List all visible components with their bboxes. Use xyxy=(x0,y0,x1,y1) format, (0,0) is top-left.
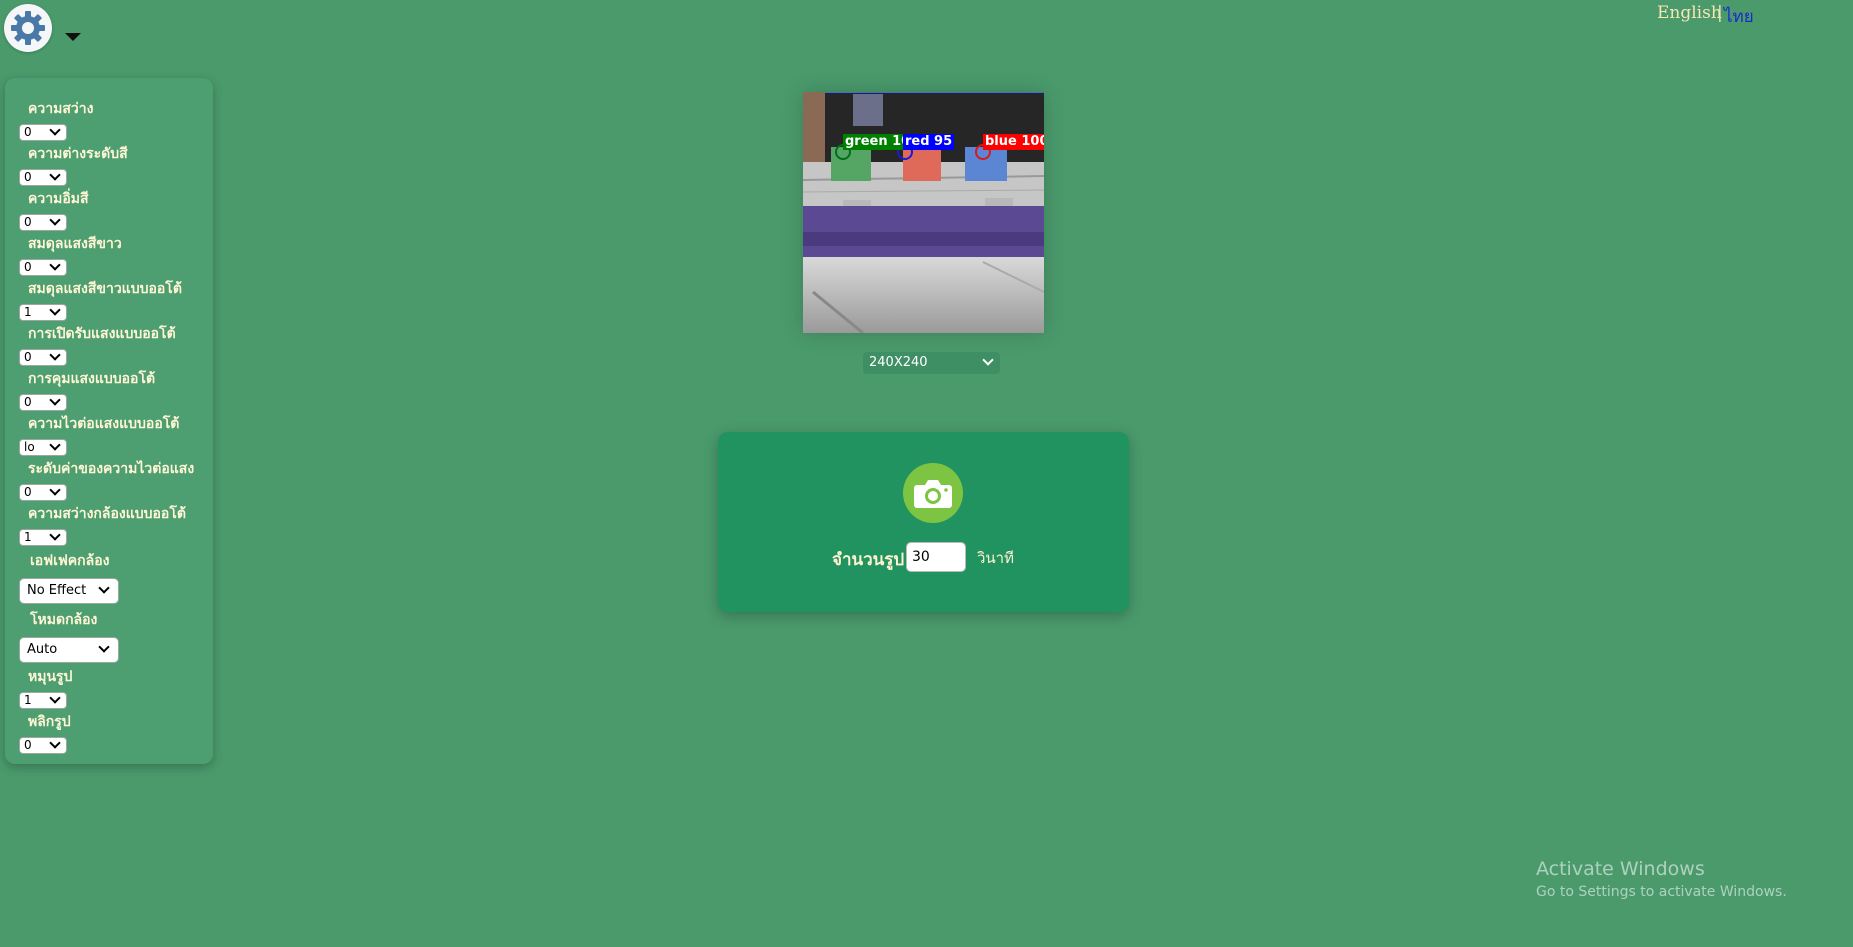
brightness-label: ความสว่าง xyxy=(28,101,94,117)
saturation-control: ความอิ่มสี 0 xyxy=(19,188,89,231)
camera-stream: green 100 red 95 blue 100 xyxy=(803,92,1044,333)
contrast-control: ความต่างระดับสี 0 xyxy=(19,143,128,186)
chevron-down-icon xyxy=(98,582,110,594)
chevron-down-icon xyxy=(49,394,61,406)
chevron-down-icon xyxy=(49,349,61,361)
detection-label-red: red 95 xyxy=(903,134,955,150)
auto-exposure-control: การเปิดรับแสงแบบออโต้ 0 xyxy=(19,323,176,366)
seconds-label: วินาที xyxy=(977,549,1014,567)
chevron-down-icon xyxy=(49,439,61,451)
chevron-down-icon xyxy=(49,259,61,271)
brightness-control: ความสว่าง 0 xyxy=(19,98,93,141)
brightness-select[interactable]: 0 xyxy=(19,124,67,141)
chevron-down-icon xyxy=(982,354,994,366)
saturation-select[interactable]: 0 xyxy=(19,214,67,231)
auto-exposure-control-2: การคุมแสงแบบออโต้ 0 xyxy=(19,368,155,411)
flip-label: พลิกรูป xyxy=(28,714,71,730)
auto-brightness-select[interactable]: 1 xyxy=(19,529,67,546)
contrast-select[interactable]: 0 xyxy=(19,169,67,186)
auto-gain-select[interactable]: lo xyxy=(19,439,67,456)
gain-level-control: ระดับค่าของความไวต่อแสง 0 xyxy=(19,458,194,501)
language-separator: | xyxy=(1717,3,1723,23)
chevron-down-icon xyxy=(49,692,61,704)
rotate-control: หมุนรูป 1 xyxy=(19,666,72,709)
detection-label-blue: blue 100 xyxy=(983,134,1044,150)
auto-exposure-select[interactable]: 0 xyxy=(19,349,67,366)
rotate-select[interactable]: 1 xyxy=(19,692,67,709)
camera-mode-control: โหมดกล้อง Auto xyxy=(19,609,119,663)
white-balance-select[interactable]: 0 xyxy=(19,259,67,276)
chevron-down-icon xyxy=(49,529,61,541)
dropdown-toggle-icon[interactable] xyxy=(65,33,81,41)
camera-effect-control: เอฟเฟคกล้อง No Effect xyxy=(19,550,119,604)
camera-effect-select[interactable]: No Effect xyxy=(19,578,119,604)
settings-button[interactable] xyxy=(4,4,52,52)
chevron-down-icon xyxy=(49,124,61,136)
flip-control: พลิกรูป 0 xyxy=(19,711,71,754)
camera-settings-sidebar: ความสว่าง 0 ความต่างระดับสี 0 ความอิ่มสี… xyxy=(5,78,213,764)
white-balance-control: สมดุลแสงสีขาว 0 xyxy=(19,233,122,276)
chevron-down-icon xyxy=(98,641,110,653)
resolution-select[interactable]: 240X240 xyxy=(863,352,1000,374)
auto-gain-label: ความไวต่อแสงแบบออโต้ xyxy=(28,416,180,432)
watermark-title: Activate Windows xyxy=(1536,858,1705,880)
flip-select[interactable]: 0 xyxy=(19,737,67,754)
camera-icon xyxy=(914,480,952,508)
gain-level-select[interactable]: 0 xyxy=(19,484,67,501)
resolution-value: 240X240 xyxy=(869,355,928,370)
contrast-label: ความต่างระดับสี xyxy=(28,146,128,162)
gear-icon xyxy=(11,11,45,45)
auto-exposure-control-label: การคุมแสงแบบออโต้ xyxy=(28,371,156,387)
capture-button[interactable] xyxy=(903,463,963,523)
chevron-down-icon xyxy=(49,169,61,181)
chevron-down-icon xyxy=(49,304,61,316)
chevron-down-icon xyxy=(49,484,61,496)
language-english-link[interactable]: English xyxy=(1657,3,1722,23)
auto-white-balance-label: สมดุลแสงสีขาวแบบออโต้ xyxy=(28,281,182,297)
auto-white-balance-select[interactable]: 1 xyxy=(19,304,67,321)
auto-brightness-label: ความสว่างกล้องแบบออโต้ xyxy=(28,506,186,522)
camera-mode-select[interactable]: Auto xyxy=(19,637,119,663)
camera-effect-label: เอฟเฟคกล้อง xyxy=(30,553,110,569)
rotate-label: หมุนรูป xyxy=(28,669,73,685)
camera-stream-image xyxy=(803,92,1044,333)
chevron-down-icon xyxy=(49,214,61,226)
watermark-subtitle: Go to Settings to activate Windows. xyxy=(1536,884,1787,900)
image-count-input[interactable]: 30 xyxy=(906,542,966,572)
image-count-label: จำนวนรูป xyxy=(832,550,905,570)
saturation-label: ความอิ่มสี xyxy=(28,191,89,207)
chevron-down-icon xyxy=(49,737,61,749)
auto-gain-control: ความไวต่อแสงแบบออโต้ lo xyxy=(19,413,179,456)
auto-exposure-control-select[interactable]: 0 xyxy=(19,394,67,411)
gain-level-label: ระดับค่าของความไวต่อแสง xyxy=(28,461,195,477)
auto-white-balance-control: สมดุลแสงสีขาวแบบออโต้ 1 xyxy=(19,278,182,321)
white-balance-label: สมดุลแสงสีขาว xyxy=(28,236,122,252)
language-thai-link[interactable]: ไทย xyxy=(1724,3,1754,30)
camera-mode-label: โหมดกล้อง xyxy=(30,612,98,628)
windows-activation-watermark: Activate Windows Go to Settings to activ… xyxy=(1536,858,1787,900)
auto-brightness-control: ความสว่างกล้องแบบออโต้ 1 xyxy=(19,503,186,546)
auto-exposure-label: การเปิดรับแสงแบบออโต้ xyxy=(28,326,176,342)
capture-panel: จำนวนรูป 30 วินาที xyxy=(718,432,1129,612)
